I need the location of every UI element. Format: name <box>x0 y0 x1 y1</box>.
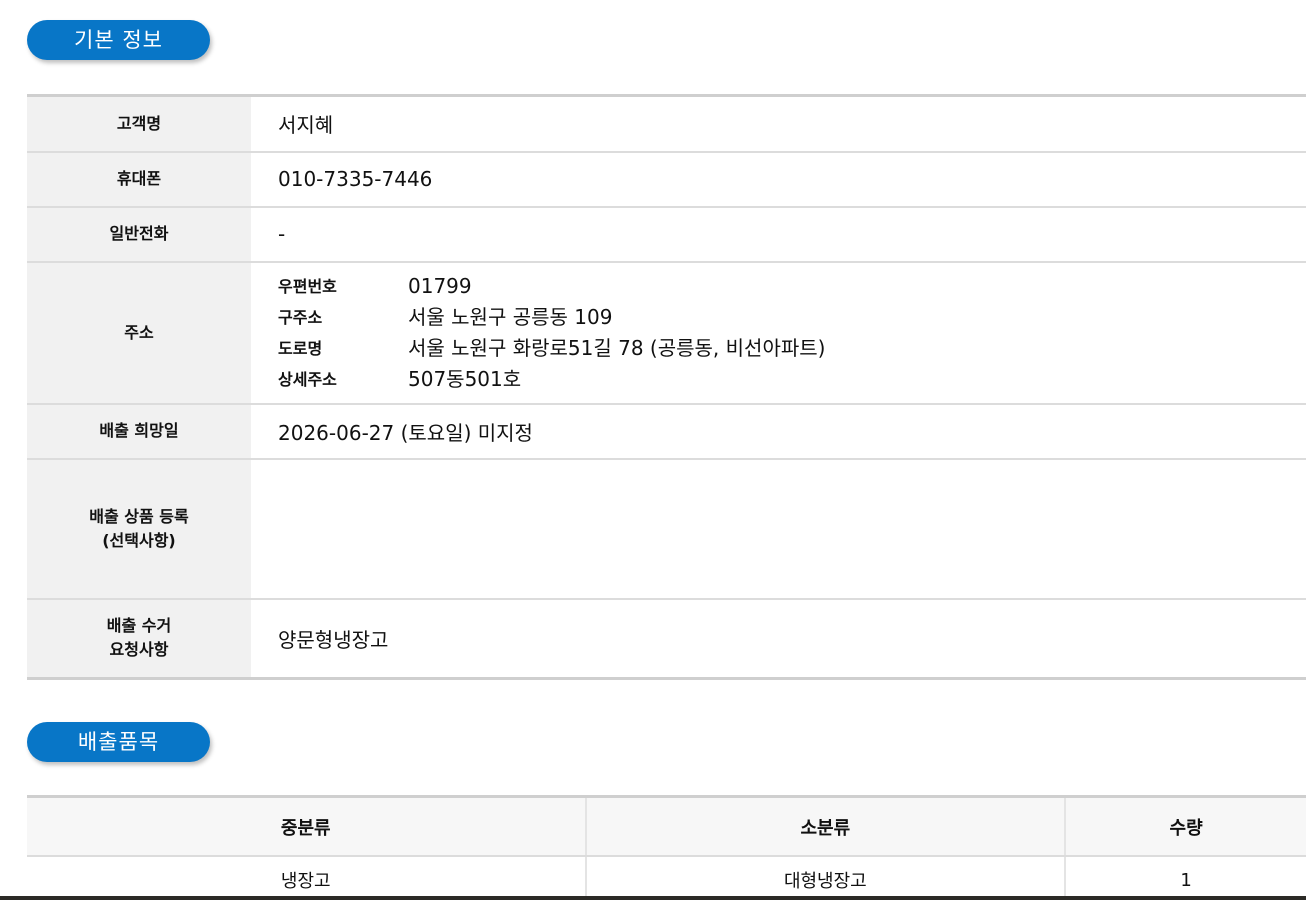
old-address-value: 서울 노원구 공릉동 109 <box>408 304 613 329</box>
disposal-date-value: 2026-06-27 (토요일) 미지정 <box>251 403 1306 460</box>
address-cell: 우편번호 01799 구주소 서울 노원구 공릉동 109 도로명 서울 노원구… <box>251 261 1306 405</box>
customer-name-value: 서지혜 <box>251 95 1306 153</box>
landline-value: - <box>251 206 1306 263</box>
zip-value: 01799 <box>408 273 472 298</box>
customer-name-label: 고객명 <box>27 95 251 153</box>
table-row: 냉장고 대형냉장고 1 <box>27 856 1306 900</box>
header-quantity: 수량 <box>1065 796 1306 857</box>
section-title-basic-info: 기본 정보 <box>27 20 210 60</box>
product-registration-label: 배출 상품 등록 (선택사항) <box>27 458 251 600</box>
row-pickup-request: 배출 수거 요청사항 양문형냉장고 <box>27 598 1306 679</box>
row-product-registration: 배출 상품 등록 (선택사항) <box>27 458 1306 600</box>
items-table-header: 중분류 소분류 수량 <box>27 796 1306 857</box>
header-sub-category: 소분류 <box>585 796 1067 857</box>
disposal-date-label: 배출 희망일 <box>27 403 251 460</box>
detail-address-value: 507동501호 <box>408 366 522 391</box>
page: 기본 정보 고객명 서지혜 휴대폰 010-7335-7446 일반전화 - 주… <box>0 0 1306 900</box>
pickup-request-label: 배출 수거 요청사항 <box>27 598 251 679</box>
items-table: 중분류 소분류 수량 냉장고 대형냉장고 1 <box>27 795 1306 900</box>
cell-quantity: 1 <box>1180 869 1192 891</box>
product-registration-label-line2: (선택사항) <box>102 530 176 550</box>
row-disposal-date: 배출 희망일 2026-06-27 (토요일) 미지정 <box>27 403 1306 460</box>
pickup-request-label-line2: 요청사항 <box>109 640 169 660</box>
pickup-request-value: 양문형냉장고 <box>278 627 389 652</box>
section-title-items: 배출품목 <box>27 722 210 762</box>
row-landline: 일반전화 - <box>27 206 1306 263</box>
mobile-label: 휴대폰 <box>27 151 251 208</box>
row-customer-name: 고객명 서지혜 <box>27 95 1306 153</box>
address-details: 우편번호 01799 구주소 서울 노원구 공릉동 109 도로명 서울 노원구… <box>278 272 1306 394</box>
product-registration-label-line1: 배출 상품 등록 <box>89 506 189 526</box>
mobile-value: 010-7335-7446 <box>251 151 1306 208</box>
zip-label: 우편번호 <box>278 276 337 296</box>
row-address: 주소 우편번호 01799 구주소 서울 노원구 공릉동 109 도로명 서울 … <box>27 261 1306 405</box>
old-address-label: 구주소 <box>278 307 323 327</box>
product-registration-value <box>251 458 1306 600</box>
header-middle-category: 중분류 <box>27 796 587 857</box>
address-label: 주소 <box>27 261 251 405</box>
pickup-request-label-line1: 배출 수거 <box>106 616 172 636</box>
basic-info-table: 고객명 서지혜 휴대폰 010-7335-7446 일반전화 - 주소 우편번호… <box>27 94 1306 680</box>
road-address-value: 서울 노원구 화랑로51길 78 (공릉동, 비선아파트) <box>408 335 826 360</box>
road-address-label: 도로명 <box>278 338 323 358</box>
bottom-edge-bar <box>0 896 1306 900</box>
cell-sub-category: 대형냉장고 <box>585 856 1067 900</box>
row-mobile: 휴대폰 010-7335-7446 <box>27 151 1306 208</box>
detail-address-label: 상세주소 <box>278 369 337 389</box>
landline-label: 일반전화 <box>27 206 251 263</box>
cell-middle-category: 냉장고 <box>27 856 587 900</box>
